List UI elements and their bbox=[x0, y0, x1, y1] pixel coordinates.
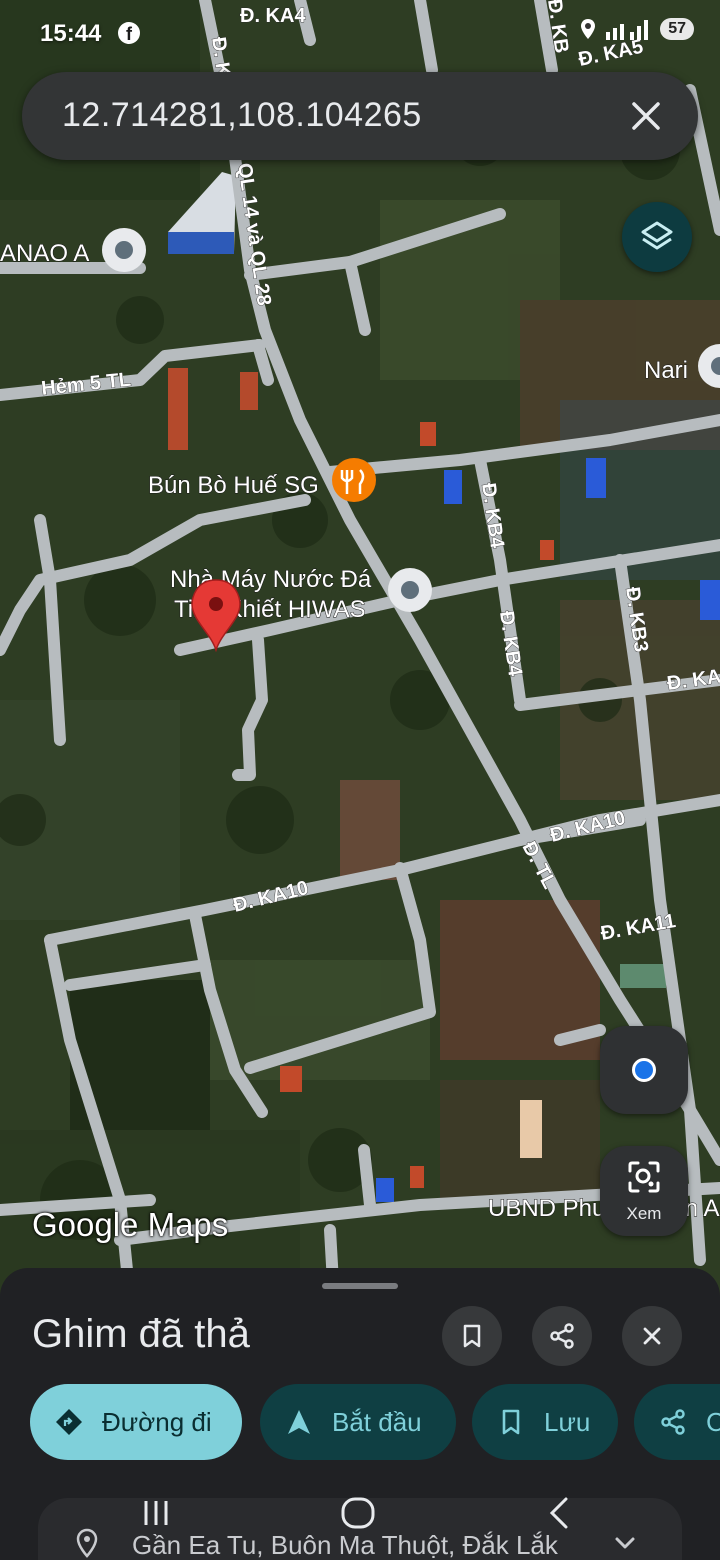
search-bar[interactable]: 12.714281,108.104265 bbox=[22, 72, 698, 160]
poi-label[interactable]: Nari bbox=[644, 357, 689, 385]
poi-label[interactable]: ANAO A bbox=[0, 240, 90, 268]
search-query[interactable]: 12.714281,108.104265 bbox=[62, 96, 422, 135]
directions-icon bbox=[56, 1409, 82, 1435]
close-sheet-button[interactable] bbox=[622, 1306, 682, 1366]
bookmark-icon bbox=[502, 1409, 520, 1435]
directions-label: Đường đi bbox=[102, 1406, 212, 1437]
back-icon[interactable] bbox=[546, 1496, 572, 1530]
start-navigation-button[interactable]: Bắt đầu bbox=[260, 1384, 456, 1460]
battery-indicator: 57 bbox=[660, 18, 694, 40]
save-icon-button[interactable] bbox=[442, 1306, 502, 1366]
layers-icon bbox=[641, 221, 673, 250]
lens-view-button[interactable]: Xem bbox=[600, 1146, 688, 1236]
poi-marker-icon[interactable] bbox=[388, 568, 432, 612]
layers-button[interactable] bbox=[622, 202, 692, 272]
status-time: 15:44 bbox=[40, 20, 102, 47]
share-place-button[interactable]: Chia sẻ bbox=[634, 1384, 720, 1460]
clear-search-icon[interactable] bbox=[624, 94, 668, 138]
poi-label[interactable]: Bún Bò Huế SG bbox=[148, 472, 320, 500]
share-icon-button[interactable] bbox=[532, 1306, 592, 1366]
restaurant-icon[interactable] bbox=[332, 458, 376, 502]
action-chips: Đường đi Bắt đầu Lưu Chia sẻ bbox=[0, 1384, 720, 1460]
system-navigation-bar bbox=[0, 1490, 720, 1540]
save-place-button[interactable]: Lưu bbox=[472, 1384, 618, 1460]
my-location-button[interactable] bbox=[600, 1026, 688, 1114]
navigation-arrow-icon bbox=[288, 1410, 310, 1434]
lens-icon bbox=[628, 1161, 660, 1193]
share-label: Chia sẻ bbox=[706, 1406, 720, 1437]
location-status-icon bbox=[581, 19, 596, 39]
close-icon bbox=[643, 1327, 661, 1345]
status-icons: 57 bbox=[580, 18, 694, 40]
facebook-notification-icon: f bbox=[118, 22, 140, 44]
share-icon bbox=[661, 1409, 685, 1435]
share-icon bbox=[550, 1323, 574, 1349]
recent-apps-icon[interactable] bbox=[140, 1498, 172, 1528]
lens-label: Xem bbox=[626, 1204, 662, 1223]
save-label: Lưu bbox=[544, 1406, 591, 1437]
sheet-drag-handle[interactable] bbox=[322, 1283, 398, 1289]
signal-icon bbox=[606, 20, 649, 40]
bookmark-icon bbox=[463, 1324, 481, 1348]
sheet-title: Ghim đã thả bbox=[32, 1312, 250, 1356]
home-icon[interactable] bbox=[340, 1496, 376, 1530]
my-location-icon bbox=[632, 1058, 656, 1082]
google-maps-attribution: Google Maps bbox=[32, 1206, 229, 1243]
directions-button[interactable]: Đường đi bbox=[30, 1384, 242, 1460]
start-label: Bắt đầu bbox=[332, 1406, 422, 1437]
poi-marker-icon[interactable] bbox=[102, 228, 146, 272]
status-bar: 15:44 f 57 bbox=[0, 0, 720, 64]
